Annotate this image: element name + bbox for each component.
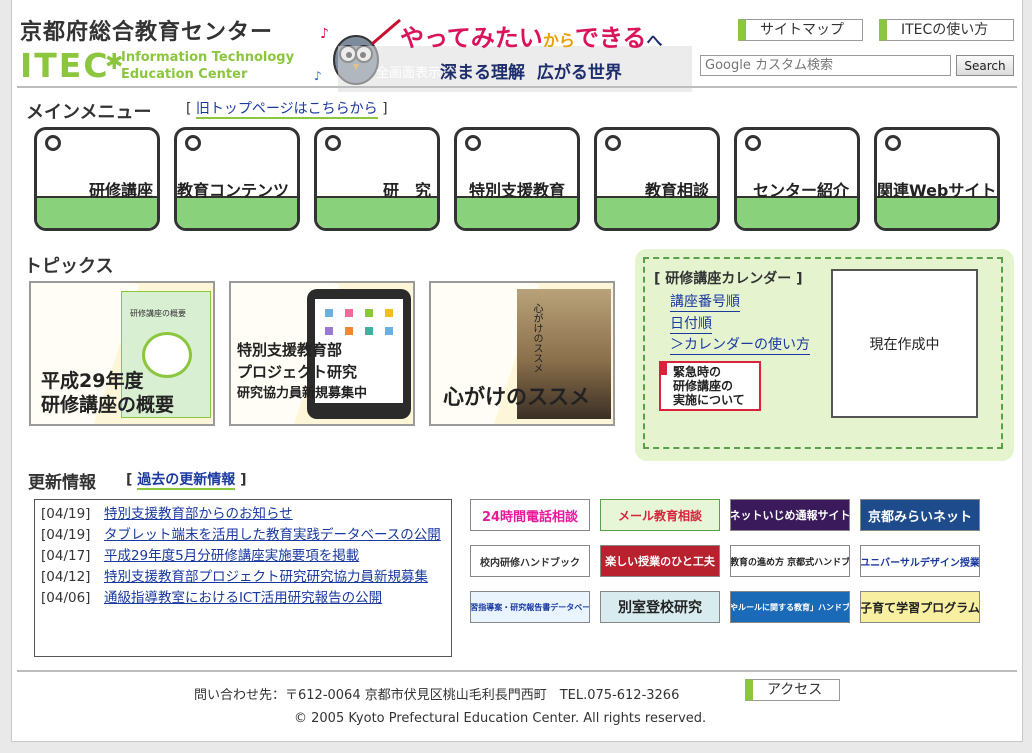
list-item: [04/19] 特別支援教育部からのお知らせ — [41, 506, 293, 522]
banner-slogan-1: やってみたいからできるへ — [400, 24, 663, 52]
calendar-link-number-order[interactable]: 講座番号順 — [670, 291, 740, 312]
logo-english-line1: Information Technology — [121, 50, 295, 65]
header-divider — [17, 86, 1017, 88]
banner-net-bullying[interactable]: ネットいじめ通報サイト — [730, 499, 850, 531]
emergency-notice-button[interactable]: 緊急時の 研修講座の 実施について — [659, 361, 761, 411]
card-hole-icon — [465, 135, 481, 151]
topic-project-research[interactable]: 特別支援教育部 プロジェクト研究 研究協力員新規募集中 — [229, 281, 415, 426]
menu-card-research[interactable]: 研 究 — [314, 127, 440, 231]
menu-card-label: 特別支援教育 — [468, 181, 565, 200]
list-item: [04/06] 通級指導教室におけるICT活用研究報告の公開 — [41, 590, 383, 606]
calendar-status-box: 現在作成中 — [831, 269, 978, 418]
old-top-link-wrapper: [ 旧トップページはこちらから ] — [186, 101, 388, 119]
news-list: [04/19] 特別支援教育部からのお知らせ [04/19] タブレット端末を活… — [34, 499, 452, 657]
search-input[interactable] — [700, 55, 951, 76]
past-news-wrapper: [ 過去の更新情報 ] — [126, 472, 247, 490]
old-top-link[interactable]: 旧トップページはこちらから — [195, 101, 378, 119]
list-item: [04/19] タブレット端末を活用した教育実践データベースの公開 — [41, 527, 441, 543]
card-hole-icon — [45, 135, 61, 151]
news-title: 更新情報 — [28, 473, 96, 493]
sitemap-button[interactable]: サイトマップ — [738, 19, 863, 41]
banner-slogan-2b: 広がる世界 — [536, 63, 622, 83]
topic-kokorogake[interactable]: 心がけのススメ 心がけのススメ — [429, 281, 615, 426]
calendar-link-howto[interactable]: ＞カレンダーの使い方 — [670, 334, 810, 355]
access-button[interactable]: アクセス — [745, 679, 840, 701]
banner-universal-design[interactable]: ユニバーサルデザイン授業 — [860, 545, 980, 577]
banner-slogan-2a: 深まる理解 — [440, 63, 525, 83]
search-button[interactable]: Search — [956, 55, 1014, 76]
calendar-link-date-order[interactable]: 日付順 — [670, 313, 712, 334]
banner-kyoto-mirai-net[interactable]: 京都みらいネット — [860, 499, 980, 531]
training-calendar-panel: [ 研修講座カレンダー ] 講座番号順 日付順 ＞カレンダーの使い方 緊急時の … — [635, 249, 1014, 461]
news-link[interactable]: 通級指導教室におけるICT活用研究報告の公開 — [104, 590, 382, 606]
svg-text:♪: ♪ — [314, 69, 322, 83]
card-hole-icon — [605, 135, 621, 151]
menu-card-contents[interactable]: 教育コンテンツ — [174, 127, 300, 231]
contact-info: 問い合わせ先：〒612-0064 京都市伏見区桃山毛利長門西町 TEL.075-… — [194, 688, 680, 703]
itec-logo[interactable]: ITEC — [20, 46, 110, 85]
page: 京都府総合教育センター ITEC ✱ Information Technolog… — [11, 0, 1023, 742]
topics-title: トピックス — [24, 256, 114, 277]
svg-text:♪: ♪ — [320, 26, 329, 42]
itec-howto-button[interactable]: ITECの使い方 — [879, 19, 1014, 41]
banner-law-rules-handbook[interactable]: 「法やルールに関する教育」ハンドブック — [730, 591, 850, 623]
news-link[interactable]: タブレット端末を活用した教育実践データベースの公開 — [104, 527, 441, 543]
book-title: 研修講座の概要 — [130, 309, 186, 318]
menu-card-label: 教育相談 — [644, 181, 709, 200]
list-item: [04/12] 特別支援教育部プロジェクト研究研究協力員新規募集 — [41, 569, 428, 585]
news-link[interactable]: 特別支援教育部からのお知らせ — [104, 506, 293, 522]
menu-card-training[interactable]: 研修講座 — [34, 127, 160, 231]
menu-card-label: 関連Webサイト — [877, 181, 997, 200]
banner-mail-counseling[interactable]: メール教育相談 — [600, 499, 720, 531]
logo-english-line2: Education Center — [121, 67, 248, 82]
logo-english: Information Technology Education Center — [121, 49, 294, 83]
banner-lesson-plan-db[interactable]: 学習指導案・研究報告書データベース — [470, 591, 590, 623]
menu-card-label: センター紹介 — [752, 181, 849, 200]
banner-separate-room[interactable]: 別室登校研究 — [600, 591, 720, 623]
banner-school-training-handbook[interactable]: 校内研修ハンドブック — [470, 545, 590, 577]
card-hole-icon — [185, 135, 201, 151]
topic-text: 心がけのススメ — [443, 385, 590, 409]
banner-slogan-1b: から — [542, 31, 575, 50]
card-hole-icon — [885, 135, 901, 151]
topic-text: 特別支援教育部 プロジェクト研究 研究協力員新規募集中 — [237, 341, 368, 401]
menu-card-center-intro[interactable]: センター紹介 — [734, 127, 860, 231]
card-hole-icon — [325, 135, 341, 151]
topic-text: 平成29年度 研修講座の概要 — [41, 370, 175, 416]
menu-card-label: 研 究 — [382, 181, 431, 200]
banner-slogan-1c: できる — [574, 24, 647, 52]
calendar-title: [ 研修講座カレンダー ] — [654, 271, 803, 287]
menu-card-label: 教育コンテンツ — [177, 181, 290, 200]
past-news-link[interactable]: 過去の更新情報 — [137, 472, 236, 490]
banner-24h-phone[interactable]: 24時間電話相談 — [470, 499, 590, 531]
banner-ghost-text: 全画面表示 — [376, 66, 442, 81]
menu-card-related-sites[interactable]: 関連Webサイト — [874, 127, 1000, 231]
menu-card-special-support[interactable]: 特別支援教育 — [454, 127, 580, 231]
copyright: © 2005 Kyoto Prefectural Education Cente… — [294, 711, 707, 726]
banner-fun-lessons[interactable]: 楽しい授業のひと工夫 — [600, 545, 720, 577]
topic-training-overview[interactable]: 研修講座の概要 平成29年度 研修講座の概要 — [29, 281, 215, 426]
card-hole-icon — [745, 135, 761, 151]
banner-parenting-program[interactable]: 子育て学習プログラム — [860, 591, 980, 623]
banner-slogan-2: 深まる理解 広がる世界 — [440, 58, 622, 83]
banner-moral-education[interactable]: 道徳教育の進め方 京都式ハンドブック — [730, 545, 850, 577]
news-link[interactable]: 特別支援教育部プロジェクト研究研究協力員新規募集 — [104, 569, 428, 585]
news-link[interactable]: 平成29年度5月分研修講座実施要項を掲載 — [104, 548, 359, 564]
banner-slogan-1a: やってみたい — [400, 24, 543, 52]
list-item: [04/17] 平成29年度5月分研修講座実施要項を掲載 — [41, 548, 360, 564]
main-menu-title: メインメニュー — [26, 102, 152, 123]
site-title[interactable]: 京都府総合教育センター — [20, 14, 273, 46]
footer-divider — [17, 670, 1017, 672]
photo-caption: 心がけのススメ — [531, 303, 542, 373]
menu-card-label: 研修講座 — [88, 181, 153, 200]
menu-card-counseling[interactable]: 教育相談 — [594, 127, 720, 231]
